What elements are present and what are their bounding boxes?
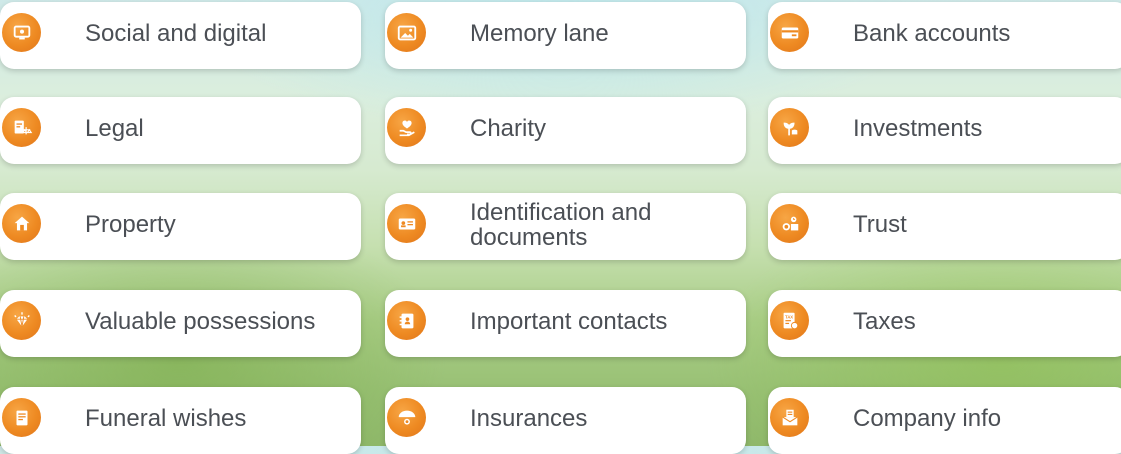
charity-hand-icon [387, 108, 426, 147]
category-identification-and-documents[interactable]: Identification and documents [385, 193, 746, 260]
category-grid: Social and digital Memory lane Bank acco… [0, 0, 1121, 454]
house-icon [2, 204, 41, 243]
legal-scales-icon [2, 108, 41, 147]
category-social-and-digital[interactable]: Social and digital [0, 2, 361, 69]
category-label: Insurances [470, 405, 588, 432]
id-card-icon [387, 204, 426, 243]
category-funeral-wishes[interactable]: Funeral wishes [0, 387, 361, 454]
category-legal[interactable]: Legal [0, 97, 361, 164]
tax-document-icon: TAX [770, 301, 809, 340]
category-company-info[interactable]: Company info [768, 387, 1121, 454]
category-insurances[interactable]: Insurances [385, 387, 746, 454]
address-book-icon [387, 301, 426, 340]
category-label: Investments [853, 115, 983, 142]
category-label: Charity [470, 115, 547, 142]
umbrella-icon [387, 398, 426, 437]
category-label: Property [85, 211, 176, 238]
category-trust[interactable]: Trust [768, 193, 1121, 260]
category-investments[interactable]: Investments [768, 97, 1121, 164]
category-label: Company info [853, 405, 1002, 432]
social-digital-icon [2, 13, 41, 52]
category-label: Important contacts [470, 308, 668, 335]
category-label: Trust [853, 211, 907, 238]
diamond-icon [2, 301, 41, 340]
category-label: Funeral wishes [85, 405, 247, 432]
picture-icon [387, 13, 426, 52]
category-label: Identification and documents [470, 198, 652, 251]
category-important-contacts[interactable]: Important contacts [385, 290, 746, 357]
category-memory-lane[interactable]: Memory lane [385, 2, 746, 69]
category-label: Taxes [853, 308, 916, 335]
category-label: Legal [85, 115, 144, 142]
category-property[interactable]: Property [0, 193, 361, 260]
category-label: Social and digital [85, 20, 267, 47]
funeral-document-icon [2, 398, 41, 437]
category-label: Bank accounts [853, 20, 1011, 47]
investment-plant-icon [770, 108, 809, 147]
category-valuable-possessions[interactable]: Valuable possessions [0, 290, 361, 357]
trust-coins-icon [770, 204, 809, 243]
category-charity[interactable]: Charity [385, 97, 746, 164]
category-label: Memory lane [470, 20, 609, 47]
category-taxes[interactable]: TAX Taxes [768, 290, 1121, 357]
category-label: Valuable possessions [85, 308, 316, 335]
bank-card-icon [770, 13, 809, 52]
svg-text:TAX: TAX [785, 314, 793, 319]
company-envelope-icon [770, 398, 809, 437]
category-bank-accounts[interactable]: Bank accounts [768, 2, 1121, 69]
